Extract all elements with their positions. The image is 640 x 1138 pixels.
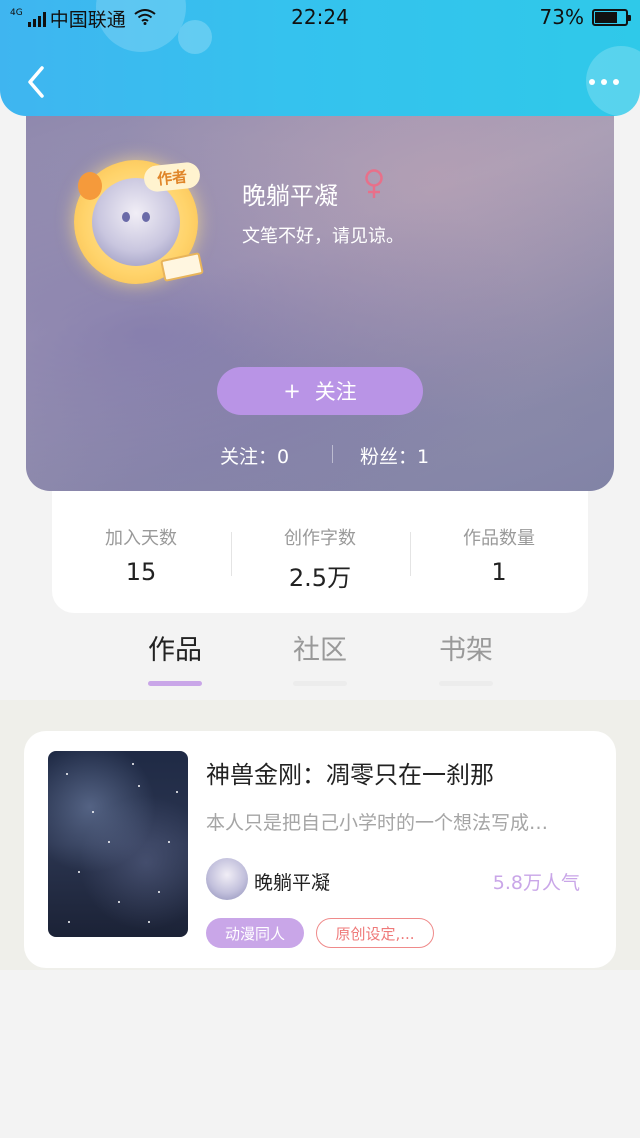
star-decor [68,921,70,923]
star-decor [66,773,68,775]
follow-counts: 关注：0 粉丝：1 [26,442,614,469]
more-dots-icon [613,79,619,85]
more-dots-icon [601,79,607,85]
author-mini-avatar[interactable] [206,858,248,900]
more-dots-icon [589,79,595,85]
tab-indicator [293,681,347,686]
star-decor [78,871,80,873]
star-decor [168,841,170,843]
tab-indicator [439,681,493,686]
more-button[interactable] [584,70,624,94]
star-decor [176,791,178,793]
stat-join-days: 加入天数 15 [52,524,230,586]
tag-genre[interactable]: 动漫同人 [206,918,304,948]
author-badge: 作者 [142,161,202,193]
follow-button[interactable]: + 关注 [217,367,423,415]
stat-works-count: 作品数量 1 [410,524,588,586]
following-count[interactable]: 关注：0 [220,442,289,469]
tab-label: 作品 [148,635,202,666]
tab-label: 书架 [439,635,493,666]
star-decor [92,811,94,813]
divider [332,445,333,463]
author-avatar[interactable]: 作者 [70,154,204,286]
tab-community[interactable]: 社区 [275,628,365,686]
star-decor [158,891,160,893]
tab-bar: 作品 社区 书架 [0,628,640,688]
balloon-icon [78,172,102,200]
status-bar: 4G 中国联通 22:24 73% [0,0,640,34]
stat-value: 2.5万 [288,564,352,592]
follow-button-label: 关注 [314,380,357,404]
star-decor [108,841,110,843]
tab-works[interactable]: 作品 [130,628,220,686]
work-description: 本人只是把自己小学时的一个想法写成… [206,812,549,834]
profile-card: 作者 晚躺平凝 文笔不好，请见谅。 + 关注 关注：0 粉丝：1 [26,96,614,491]
stat-label: 作品数量 [463,528,535,549]
avatar-image [92,178,180,266]
top-header: 4G 中国联通 22:24 73% [0,0,640,116]
book-cover[interactable] [48,751,188,937]
user-name: 晚躺平凝 [242,182,338,210]
fans-count[interactable]: 粉丝：1 [360,442,429,469]
battery-icon [592,8,631,26]
star-decor [118,901,120,903]
stats-card: 加入天数 15 创作字数 2.5万 作品数量 1 [52,470,588,613]
work-title[interactable]: 神兽金刚：凋零只在一刹那 [206,755,494,790]
star-decor [132,763,134,765]
stat-value: 1 [491,558,507,586]
tag-setting[interactable]: 原创设定,... [316,918,434,948]
stat-label: 加入天数 [105,528,177,549]
tab-bookshelf[interactable]: 书架 [421,628,511,686]
battery-level [595,11,617,23]
work-popularity: 5.8万人气 [492,872,580,894]
star-decor [138,785,140,787]
work-author[interactable]: 晚躺平凝 [254,868,330,895]
stat-word-count: 创作字数 2.5万 [231,524,409,593]
user-bio: 文笔不好，请见谅。 [242,226,404,247]
plus-icon: + [283,379,301,403]
female-icon [362,168,386,204]
status-right: 73% [539,5,631,29]
stat-label: 创作字数 [284,528,356,549]
stat-value: 15 [125,558,157,586]
battery-percent: 73% [539,5,584,29]
chevron-left-icon [28,66,44,98]
back-button[interactable] [22,62,52,102]
work-card[interactable]: 神兽金刚：凋零只在一刹那 本人只是把自己小学时的一个想法写成… 晚躺平凝 5.8… [24,731,616,968]
star-decor [148,921,150,923]
tab-indicator [148,681,202,686]
tab-label: 社区 [293,635,347,666]
